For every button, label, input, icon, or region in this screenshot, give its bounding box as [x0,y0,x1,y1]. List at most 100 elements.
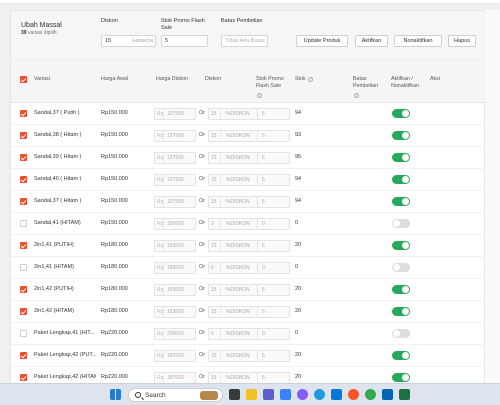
edge-icon[interactable] [314,389,325,400]
flash-stock-input[interactable]: 5 [257,196,290,208]
mass-discount-value: 15 [105,38,112,44]
flash-stock-input[interactable]: 5 [257,284,290,296]
discount-price-input[interactable]: Rp 187000 [154,372,196,383]
taskbar-search-box[interactable]: Search [128,388,223,402]
flash-stock-input[interactable]: 5 [257,108,290,120]
page: Ubah Massal 39 variasi dipilih Diskon 15… [0,0,500,383]
flash-sale-variant-panel: Ubah Massal 39 variasi dipilih Diskon 15… [10,10,486,383]
original-price: Rp180.000 [101,264,128,270]
row-select-checkbox[interactable] [20,264,27,271]
deactivate-button[interactable]: Nonaktifkan [394,35,442,47]
mass-flash-stock-input[interactable]: 5 [161,35,208,47]
row-select-checkbox[interactable] [20,154,27,161]
discount-percent-input[interactable]: 15 %DISKON [208,174,260,186]
discount-percent-input[interactable]: 15 %DISKON [208,108,260,120]
active-toggle[interactable] [392,241,410,250]
discount-price-input[interactable]: Rp 127500 [154,174,196,186]
chrome-icon[interactable] [365,389,376,400]
active-toggle[interactable] [392,351,410,360]
row-select-checkbox[interactable] [20,308,27,315]
discount-price-input[interactable]: Rp 153000 [154,240,196,252]
delete-button[interactable]: Hapus [448,35,476,47]
discount-price-input[interactable]: Rp 127500 [154,196,196,208]
activate-button[interactable]: Aktifkan [355,35,388,47]
select-all-checkbox[interactable] [20,76,27,83]
flash-stock-input[interactable]: 5 [257,306,290,318]
flash-stock-input[interactable]: 5 [257,372,290,383]
active-toggle[interactable] [392,219,410,228]
discount-price-input[interactable]: Rp 127500 [154,152,196,164]
mass-purchase-limit-input[interactable]: Tidak Ada Batas [221,35,268,47]
onedrive-icon[interactable] [382,389,393,400]
or-label: Or [199,286,206,292]
row-select-checkbox[interactable] [20,198,27,205]
discount-percent-input[interactable]: 15 %DISKON [208,130,260,142]
teams-chat-icon[interactable] [263,389,274,400]
flash-stock-input[interactable]: 0 [257,218,290,230]
discount-percent-input[interactable]: 15 %DISKON [208,196,260,208]
discount-price-input[interactable]: Rp 187000 [154,350,196,362]
active-toggle[interactable] [392,285,410,294]
stock-help-icon[interactable]: ? [308,77,313,82]
discount-percent-input[interactable]: 0 %DISKON [208,262,260,274]
toggle-knob [402,242,409,249]
discount-percent-input[interactable]: 15 %DISKON [208,284,260,296]
discount-percent-input[interactable]: 15 %DISKON [208,306,260,318]
row-select-checkbox[interactable] [20,374,27,381]
active-toggle[interactable] [392,131,410,140]
active-toggle[interactable] [392,109,410,118]
variant-name: Sandal,41 (HITAM) [34,220,81,226]
discount-percent-input[interactable]: 15 %DISKON [208,350,260,362]
discount-price-input[interactable]: Rp 127500 [154,108,196,120]
active-toggle[interactable] [392,373,410,382]
flash-stock-input[interactable]: 5 [257,350,290,362]
excel-icon[interactable] [399,389,410,400]
row-select-checkbox[interactable] [20,330,27,337]
discount-percent-input[interactable]: 15 %DISKON [208,240,260,252]
active-toggle[interactable] [392,263,410,272]
flash-stock-help-icon[interactable]: ? [257,93,262,98]
windows-start-icon[interactable] [110,389,121,400]
active-toggle[interactable] [392,175,410,184]
discount-price-value: 150000 [167,221,184,227]
discount-price-input[interactable]: Rp 220000 [154,328,196,340]
file-explorer-icon[interactable] [246,389,257,400]
row-select-checkbox[interactable] [20,220,27,227]
flash-stock-input[interactable]: 5 [257,152,290,164]
original-price: Rp180.000 [101,286,128,292]
store-icon[interactable] [331,389,342,400]
flash-stock-input[interactable]: 5 [257,130,290,142]
active-toggle[interactable] [392,307,410,316]
task-view-icon[interactable] [229,389,240,400]
row-select-checkbox[interactable] [20,242,27,249]
active-toggle[interactable] [392,197,410,206]
discount-percent-input[interactable]: 15 %DISKON [208,372,260,383]
discount-percent-input[interactable]: 0 %DISKON [208,218,260,230]
discount-price-input[interactable]: Rp 153000 [154,284,196,296]
flash-stock-input[interactable]: 0 [257,262,290,274]
flash-stock-input[interactable]: 5 [257,174,290,186]
purchase-limit-help-icon[interactable]: ? [354,93,359,98]
row-select-checkbox[interactable] [20,132,27,139]
discount-price-input[interactable]: Rp 150000 [154,218,196,230]
widgets-icon[interactable] [280,389,291,400]
mass-discount-input[interactable]: 15 %DISKON [101,35,156,47]
active-toggle[interactable] [392,153,410,162]
discount-price-input[interactable]: Rp 127500 [154,130,196,142]
discount-percent-input[interactable]: 15 %DISKON [208,152,260,164]
row-select-checkbox[interactable] [20,286,27,293]
header-stock: Stok [295,76,306,82]
brave-icon[interactable] [348,389,359,400]
row-select-checkbox[interactable] [20,176,27,183]
discount-price-input[interactable]: Rp 180000 [154,262,196,274]
discount-percent-input[interactable]: 0 %DISKON [208,328,260,340]
flash-stock-input[interactable]: 5 [257,240,290,252]
flash-stock-input[interactable]: 0 [257,328,290,340]
active-toggle[interactable] [392,329,410,338]
or-label: Or [199,154,206,160]
update-products-button[interactable]: Update Produk [296,35,348,47]
row-select-checkbox[interactable] [20,110,27,117]
copilot-icon[interactable] [297,389,308,400]
discount-price-input[interactable]: Rp 153000 [154,306,196,318]
row-select-checkbox[interactable] [20,352,27,359]
